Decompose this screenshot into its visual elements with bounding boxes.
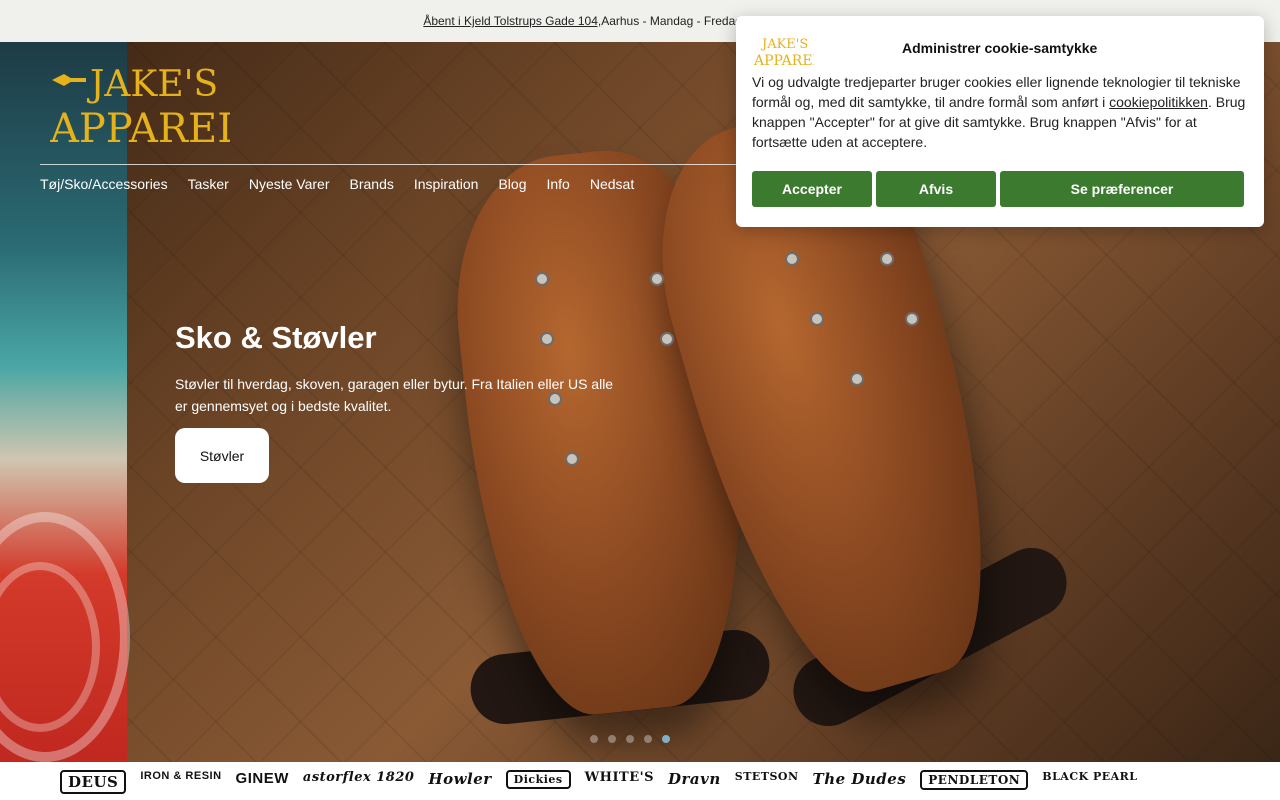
brand-logo[interactable]: BLACK PEARL (1042, 770, 1137, 783)
brand-logo[interactable]: PENDLETON (920, 770, 1029, 790)
preferences-button[interactable]: Se præferencer (1000, 171, 1244, 207)
brand-logo[interactable]: STETSON (735, 770, 799, 783)
brand-logo[interactable]: astorflex 1820 (303, 770, 415, 785)
nav-divider (40, 164, 740, 165)
cookie-logo: JAKE'S APPAREL (754, 37, 814, 68)
nav-item-sale[interactable]: Nedsat (590, 176, 634, 192)
brand-logo[interactable]: Howler (428, 770, 491, 788)
logo-mark: JAKE'S APPAREL (50, 64, 230, 146)
cookie-logo-line-1: JAKE'S (760, 37, 808, 52)
address-link[interactable]: Åbent i Kjeld Tolstrups Gade 104, (423, 14, 601, 28)
nav-item-brands[interactable]: Brands (350, 176, 394, 192)
brand-logo[interactable]: The Dudes (813, 770, 907, 788)
slider-dot-3[interactable] (626, 735, 634, 743)
cookie-title: Administrer cookie-samtykke (902, 40, 1098, 56)
site-logo[interactable]: JAKE'S APPAREL (50, 60, 230, 146)
slider-dots (590, 735, 670, 743)
brand-logo[interactable]: DEUS (60, 770, 127, 794)
logo-line-2: APPAREL (50, 106, 230, 146)
hero-boots-button[interactable]: Støvler (175, 428, 269, 483)
brand-logo[interactable]: Dickies (505, 770, 571, 789)
hero-title: Sko & Støvler (175, 320, 377, 355)
logo-line-1: JAKE'S (86, 64, 218, 105)
brand-logo[interactable]: GINEW (236, 770, 289, 787)
nav-item-blog[interactable]: Blog (498, 176, 526, 192)
slider-dot-1[interactable] (590, 735, 598, 743)
hero-side-image (0, 42, 130, 762)
nav-item-clothing[interactable]: Tøj/Sko/Accessories (40, 176, 168, 192)
nav-item-new[interactable]: Nyeste Varer (249, 176, 330, 192)
slider-dot-4[interactable] (644, 735, 652, 743)
slider-dot-2[interactable] (608, 735, 616, 743)
nav-item-inspiration[interactable]: Inspiration (414, 176, 479, 192)
slider-dot-5[interactable] (662, 735, 670, 743)
cookie-body: Vi og udvalgte tredjeparter bruger cooki… (752, 72, 1252, 152)
brand-logo[interactable]: IRON & RESIN (140, 770, 221, 782)
main-nav: Tøj/Sko/Accessories Tasker Nyeste Varer … (40, 176, 634, 192)
accept-button[interactable]: Accepter (752, 171, 872, 207)
deny-button[interactable]: Afvis (876, 171, 996, 207)
cookie-policy-link[interactable]: cookiepolitikken (1109, 94, 1208, 110)
nav-item-info[interactable]: Info (546, 176, 569, 192)
hero-description: Støvler til hverdag, skoven, garagen ell… (175, 376, 614, 414)
brand-logo[interactable]: Dravn (668, 770, 721, 788)
cookie-consent-dialog: JAKE'S APPAREL Administrer cookie-samtyk… (736, 16, 1264, 227)
brand-logo[interactable]: WHITE'S (585, 770, 654, 785)
cookie-logo-line-2: APPAREL (754, 53, 814, 68)
nav-item-bags[interactable]: Tasker (188, 176, 229, 192)
brand-logo-strip: DEUS IRON & RESIN GINEW astorflex 1820 H… (0, 762, 1280, 800)
